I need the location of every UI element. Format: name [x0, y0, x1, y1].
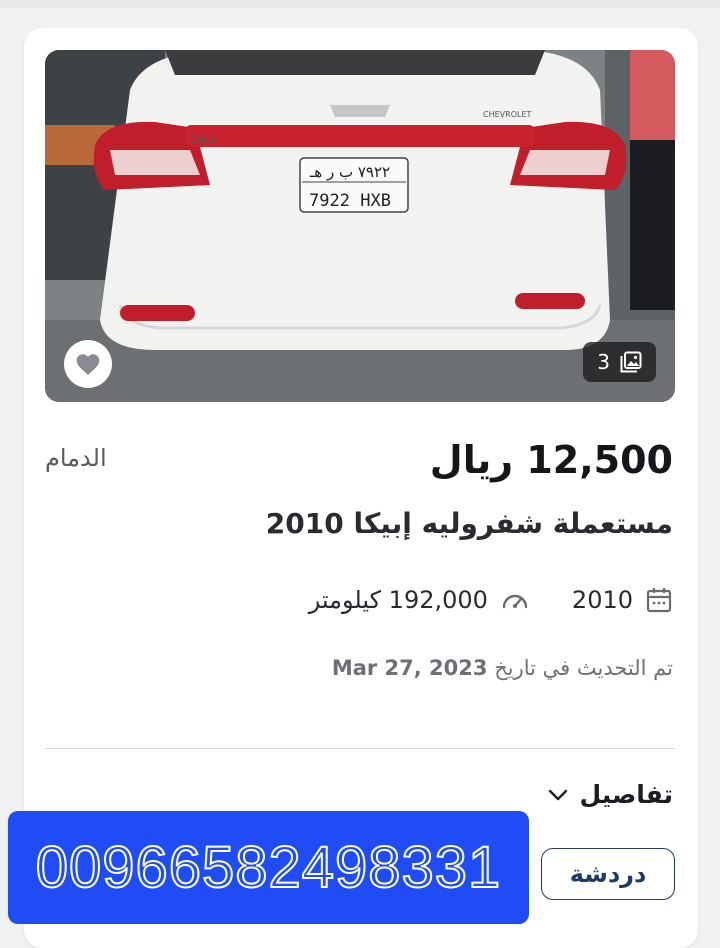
price: 12,500 ريال [429, 438, 673, 482]
calendar-icon [646, 588, 672, 613]
updated-label: تم التحديث في تاريخ [494, 656, 673, 680]
speedometer-icon [502, 594, 528, 609]
photo-count: 3 [597, 350, 610, 374]
specs-row: 2010 192,000 كيلومتر [309, 580, 673, 620]
listing-title[interactable]: مستعملة شفروليه إبيكا 2010 [266, 507, 673, 540]
details-label: تفاصيل [579, 780, 673, 809]
phone-number-overlay: 00966582498331 [8, 811, 529, 924]
chevron-down-icon [548, 789, 567, 800]
gallery-icon [620, 351, 642, 373]
year-value: 2010 [571, 586, 633, 614]
divider [45, 748, 675, 749]
updated-info: تم التحديث في تاريخ Mar 27, 2023 [332, 656, 673, 680]
year-spec: 2010 [572, 586, 673, 614]
mileage-spec: 192,000 كيلومتر [309, 586, 530, 614]
updated-date: Mar 27, 2023 [331, 656, 488, 680]
phone-number: 00966582498331 [35, 834, 502, 901]
mileage-value: 192,000 كيلومتر [308, 586, 488, 614]
listing-photo[interactable]: ٧٩٢٢ ب ر هـ 7922 HXB EPICA CHEVROLET 3 [45, 50, 675, 402]
city-label: الدمام [45, 444, 107, 472]
badge-right-text: CHEVROLET [483, 110, 531, 119]
badge-left-text: EPICA [190, 136, 217, 146]
photo-count-badge[interactable]: 3 [583, 342, 656, 382]
chat-button[interactable]: دردشة [541, 848, 675, 900]
plate-bottom-text: 7922 HXB [309, 191, 391, 211]
plate-top-text: ٧٩٢٢ ب ر هـ [309, 163, 390, 181]
top-strip [0, 0, 720, 8]
car-photo: ٧٩٢٢ ب ر هـ 7922 HXB EPICA CHEVROLET [45, 50, 675, 402]
favorite-button[interactable] [64, 340, 112, 388]
listing-card[interactable]: ٧٩٢٢ ب ر هـ 7922 HXB EPICA CHEVROLET 3 1… [24, 28, 698, 948]
details-toggle[interactable]: تفاصيل [548, 780, 673, 809]
heart-icon [76, 354, 100, 375]
